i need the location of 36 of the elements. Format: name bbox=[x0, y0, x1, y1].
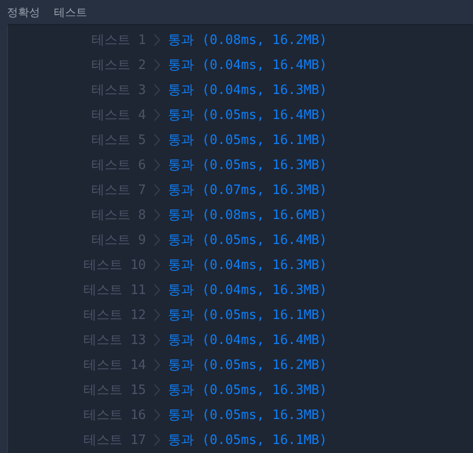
chevron-right-icon bbox=[154, 408, 160, 420]
chevron-right-icon bbox=[154, 84, 160, 96]
test-result: 통과 (0.05ms, 16.3MB) bbox=[168, 406, 328, 424]
test-result: 통과 (0.08ms, 16.2MB) bbox=[168, 32, 328, 48]
chevron-right-icon bbox=[154, 208, 160, 220]
test-result: 통과 (0.08ms, 16.6MB) bbox=[168, 206, 328, 224]
chevron-right-icon bbox=[154, 334, 160, 346]
header-label: 테스트 bbox=[54, 4, 87, 20]
chevron-right-icon bbox=[154, 384, 160, 396]
chevron-right-icon bbox=[154, 434, 160, 446]
test-result: 통과 (0.04ms, 16.3MB) bbox=[168, 82, 328, 98]
chevron-right-icon bbox=[154, 184, 160, 196]
test-result: 통과 (0.04ms, 16.3MB) bbox=[168, 282, 328, 298]
chevron-right-icon bbox=[154, 34, 160, 46]
chevron-right-icon bbox=[154, 358, 160, 370]
chevron-right-icon bbox=[154, 108, 160, 120]
test-result: 통과 (0.05ms, 16.2MB) bbox=[168, 356, 328, 374]
chevron-right-icon bbox=[154, 284, 160, 296]
test-result: 통과 (0.07ms, 16.3MB) bbox=[168, 182, 328, 198]
test-result: 통과 (0.04ms, 16.4MB) bbox=[168, 56, 328, 74]
chevron-right-icon bbox=[154, 134, 160, 146]
test-result: 통과 (0.05ms, 16.4MB) bbox=[168, 106, 328, 124]
test-result: 통과 (0.05ms, 16.4MB) bbox=[168, 232, 328, 248]
chevron-right-icon bbox=[154, 234, 160, 246]
test-result: 통과 (0.05ms, 16.3MB) bbox=[168, 156, 328, 174]
chevron-right-icon bbox=[154, 308, 160, 320]
chevron-right-icon bbox=[154, 58, 160, 70]
chevron-right-icon bbox=[154, 158, 160, 170]
header-label: 정확성 bbox=[7, 4, 40, 20]
test-result: 통과 (0.04ms, 16.4MB) bbox=[168, 332, 328, 348]
test-result: 통과 (0.05ms, 16.1MB) bbox=[168, 132, 328, 148]
chevron-right-icon bbox=[154, 258, 160, 270]
test-result: 통과 (0.05ms, 16.1MB) bbox=[168, 432, 328, 448]
test-result: 통과 (0.05ms, 16.1MB) bbox=[168, 306, 328, 324]
test-result: 통과 (0.05ms, 16.3MB) bbox=[168, 382, 328, 398]
test-result: 통과 (0.04ms, 16.3MB) bbox=[168, 256, 328, 274]
